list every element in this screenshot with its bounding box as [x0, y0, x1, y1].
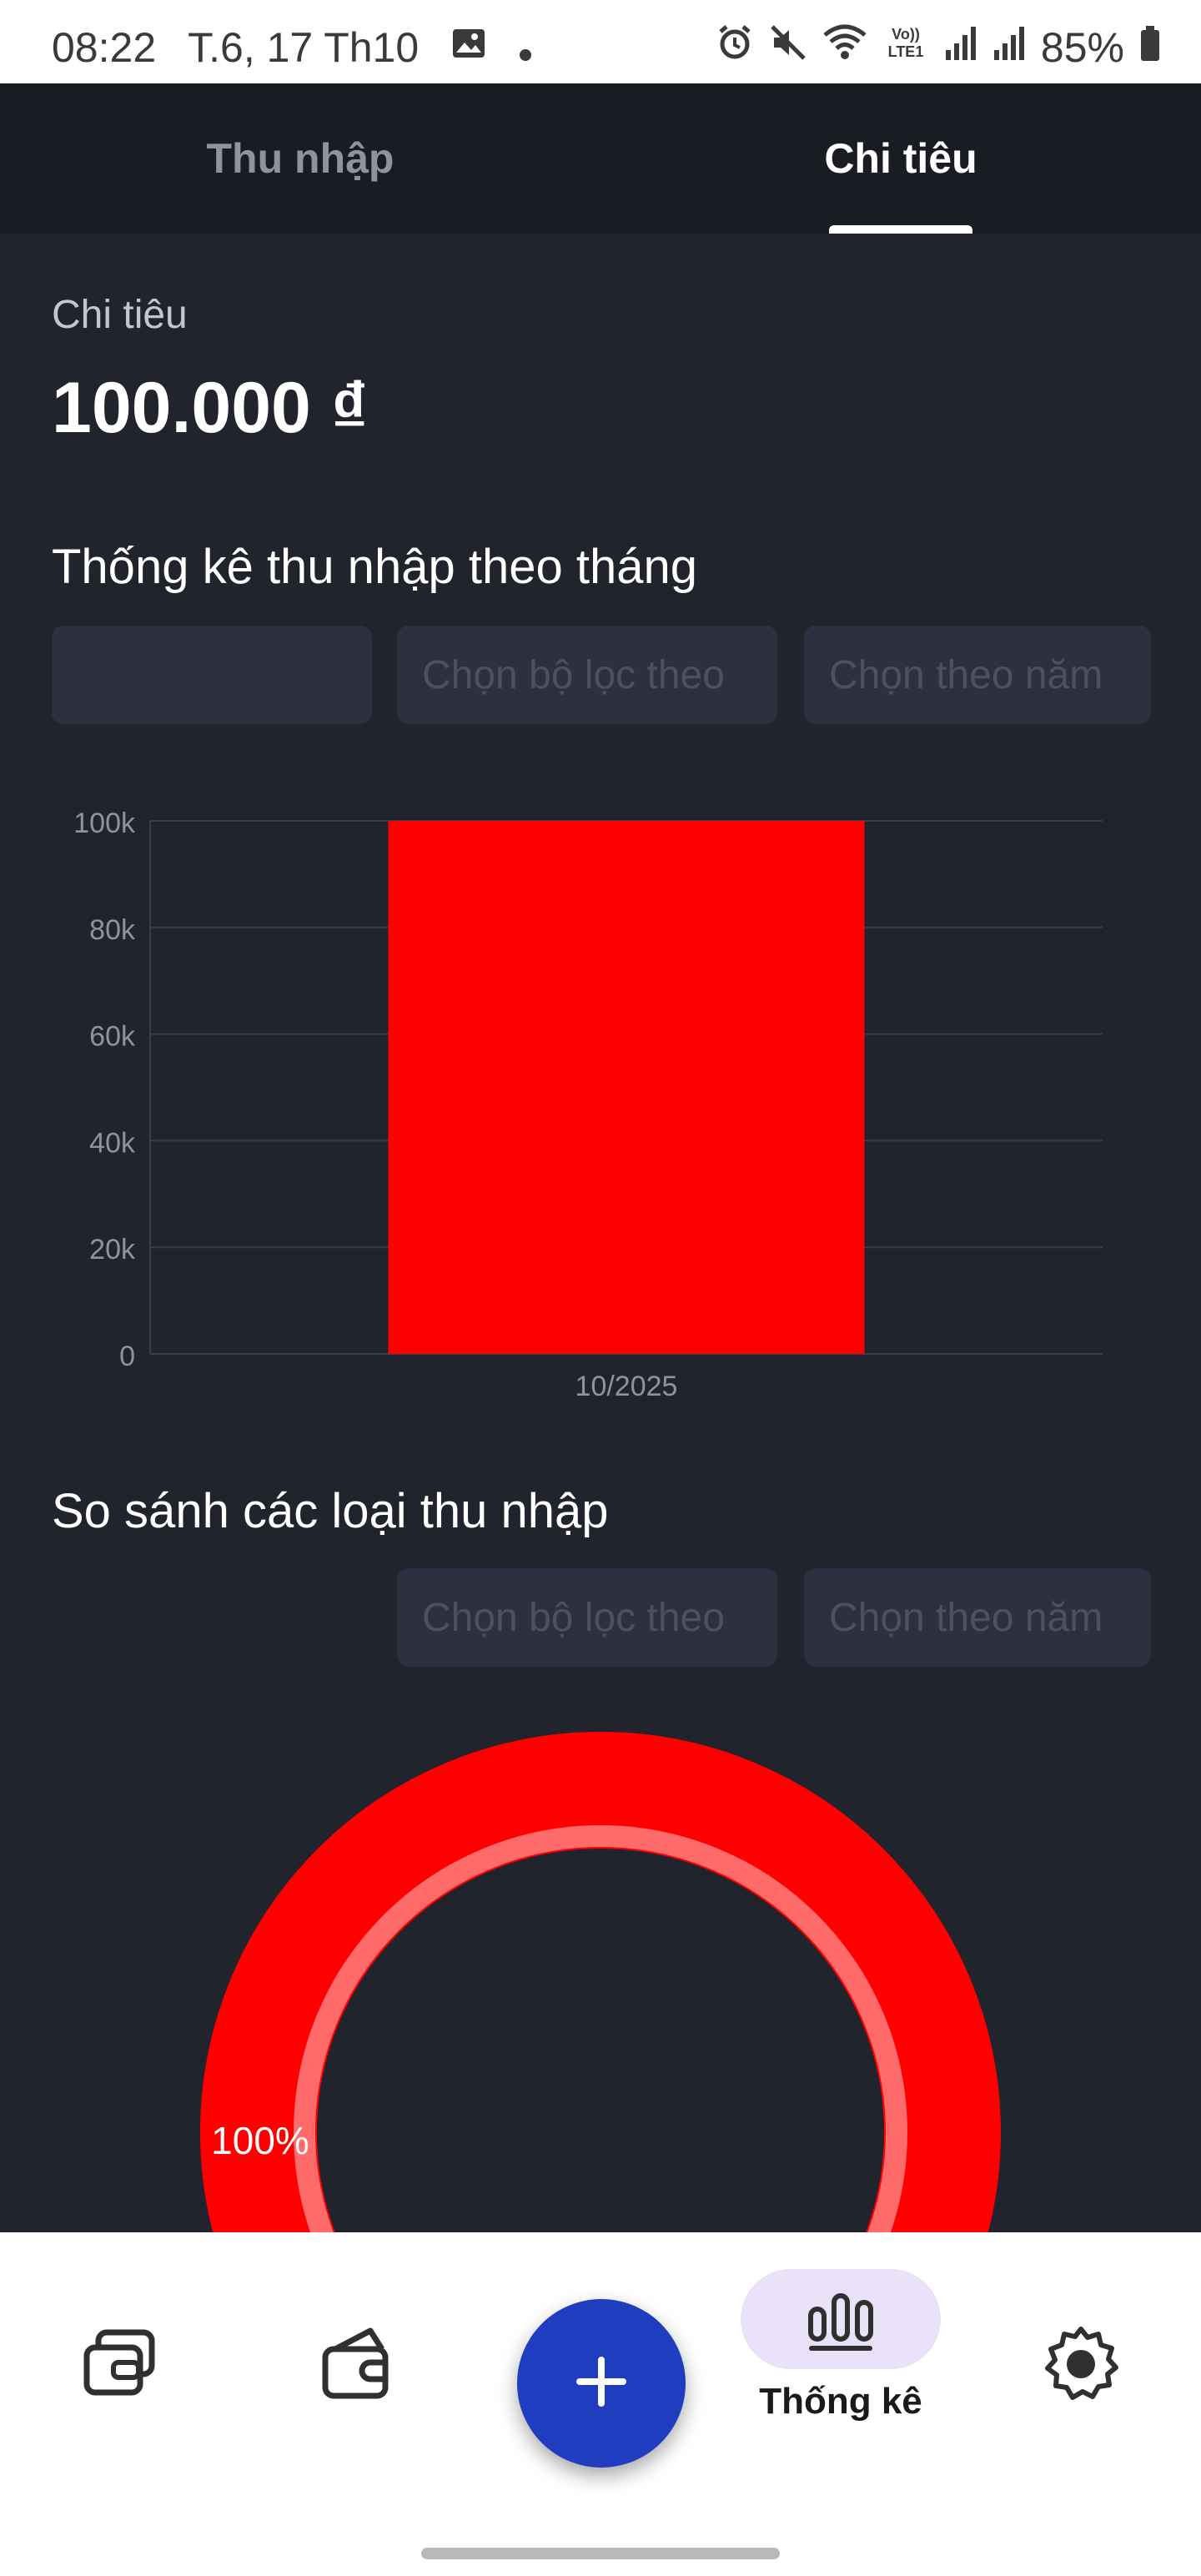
year-filter-select[interactable]: Chọn theo năm	[804, 626, 1151, 724]
svg-text:LTE1: LTE1	[888, 43, 924, 60]
y-tick-label: 60k	[89, 1021, 136, 1053]
compare-year-filter-select[interactable]: Chọn theo năm	[804, 1568, 1151, 1667]
compare-donut-chart: 100%	[200, 1732, 1001, 2232]
bar-chart-y-axis: 0 20k 40k 60k 80k 100k	[73, 808, 136, 1372]
bar-chart-icon	[806, 2282, 876, 2357]
summary-amount: 100.000 ₫	[52, 368, 368, 448]
x-tick-label: 10/2025	[575, 1371, 678, 1402]
status-bar: 08:22 T.6, 17 Th10 Vo)) LTE1 85%	[0, 0, 1201, 83]
battery-icon	[1139, 23, 1161, 72]
wallets-icon	[80, 2329, 160, 2407]
nav-statistics[interactable]	[741, 2269, 941, 2369]
tab-expense[interactable]: Chi tiêu	[600, 83, 1201, 234]
nav-statistics-label: Thống kê	[759, 2381, 922, 2422]
donut-chart-labels: 100%	[211, 2119, 309, 2162]
status-time: 08:22	[52, 24, 157, 71]
donut-percent-label: 100%	[211, 2119, 309, 2162]
tab-expense-label: Chi tiêu	[824, 135, 977, 182]
y-tick-label: 80k	[89, 914, 136, 946]
alarm-icon	[716, 23, 754, 72]
wifi-icon	[822, 23, 867, 72]
volte-icon: Vo)) LTE1	[882, 23, 929, 72]
summary-label: Chi tiêu	[52, 293, 188, 337]
tab-income[interactable]: Thu nhập	[0, 83, 600, 234]
tab-bar: Thu nhập Chi tiêu	[0, 83, 1201, 234]
month-filter-select[interactable]	[52, 626, 372, 724]
settings-icon	[1041, 2327, 1121, 2407]
home-indicator	[421, 2548, 780, 2559]
svg-text:Vo)): Vo))	[892, 26, 920, 43]
gallery-icon	[450, 23, 487, 72]
monthly-bar-chart: 0 20k 40k 60k 80k 100k 10/2025	[73, 808, 1103, 1402]
nav-wallet[interactable]	[319, 2324, 399, 2408]
bar	[388, 821, 865, 1354]
y-tick-label: 0	[119, 1341, 135, 1372]
compare-section-title: So sánh các loại thu nhập	[52, 1484, 609, 1538]
bar-chart-x-axis: 10/2025	[575, 1371, 678, 1402]
tab-active-indicator	[829, 225, 972, 234]
signal-icon	[992, 23, 1026, 72]
monthly-section-title: Thống kê thu nhập theo tháng	[52, 540, 697, 594]
wallet-icon	[319, 2327, 399, 2407]
donut-chart-slices	[200, 1732, 1001, 2232]
donut-slice	[200, 1732, 1001, 2232]
y-tick-label: 40k	[89, 1127, 136, 1159]
battery-percent: 85%	[1040, 24, 1124, 71]
plus-icon	[575, 2355, 628, 2412]
nav-wallets[interactable]	[80, 2324, 160, 2408]
compare-filter-type-select[interactable]: Chọn bộ lọc theo	[397, 1568, 777, 1667]
tab-income-label: Thu nhập	[206, 135, 394, 182]
bar-chart-bars	[388, 821, 865, 1354]
y-tick-label: 20k	[89, 1234, 136, 1265]
mute-icon	[769, 23, 807, 72]
dot-icon	[519, 23, 532, 72]
signal-icon	[944, 23, 977, 72]
filter-type-select[interactable]: Chọn bộ lọc theo	[397, 626, 777, 724]
y-tick-label: 100k	[73, 808, 136, 839]
nav-settings[interactable]	[1041, 2324, 1121, 2408]
add-transaction-button[interactable]	[517, 2299, 686, 2468]
status-date: T.6, 17 Th10	[188, 24, 420, 71]
